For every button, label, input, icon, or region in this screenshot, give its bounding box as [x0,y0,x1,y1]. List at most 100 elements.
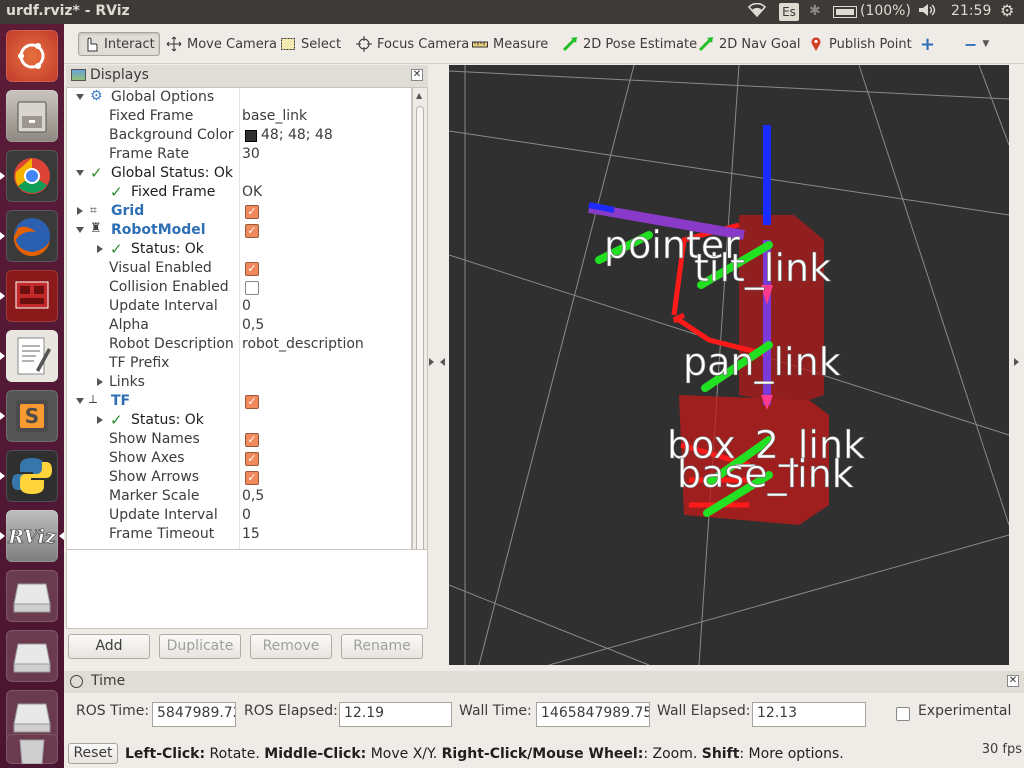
tool-label: Publish Point [829,36,912,52]
add-tool-button[interactable]: + [916,32,939,56]
select-tool-button[interactable]: Select [276,32,345,56]
add-display-button[interactable]: Add [68,634,150,659]
ros-time-field[interactable]: 5847989.72 [152,702,236,727]
visual-enabled-checkbox[interactable]: ✓ [245,262,259,276]
displays-scrollbar[interactable]: ▲ ▼ [412,87,428,607]
keyboard-layout-indicator[interactable]: Es [779,3,799,21]
robotmodel-enabled-checkbox[interactable]: ✓ [245,224,259,238]
drive-icon[interactable] [6,570,58,622]
tree-row-collision-enabled[interactable]: Collision Enabled [67,278,411,297]
collapse-arrow-icon[interactable] [97,378,103,386]
tree-row-grid[interactable]: ⌗ Grid ✓ [67,202,411,221]
monitor-icon [71,69,86,81]
close-icon[interactable]: ✕ [411,69,423,81]
tf-enabled-checkbox[interactable]: ✓ [245,395,259,409]
tree-row-visual-enabled[interactable]: Visual Enabled ✓ [67,259,411,278]
collapse-arrow-icon[interactable] [97,245,103,253]
measure-tool-button[interactable]: Measure [468,32,552,56]
nav-goal-tool-button[interactable]: 2D Nav Goal [694,32,805,56]
tree-row-frame-rate[interactable]: Frame Rate 30 [67,145,411,164]
collapse-left-icon[interactable] [440,358,445,366]
collapse-arrow-icon[interactable] [77,207,83,215]
tree-row-robotmodel[interactable]: ♜ RobotModel ✓ [67,221,411,240]
focus-camera-tool-button[interactable]: Focus Camera [352,32,473,56]
wall-time-label: Wall Time: [459,703,532,719]
tree-row-show-names[interactable]: Show Names ✓ [67,430,411,449]
tools-toolbar: Interact Move Camera Select Focus Camera… [64,24,1024,64]
python-icon[interactable] [6,450,58,502]
right-panel-splitter[interactable] [1010,65,1024,665]
tree-row-global-options[interactable]: ⚙ Global Options [67,88,411,107]
move-camera-tool-button[interactable]: Move Camera [162,32,281,56]
tree-row-background-color[interactable]: Background Color 48; 48; 48 [67,126,411,145]
tree-row-alpha[interactable]: Alpha 0,5 [67,316,411,335]
publish-point-tool-button[interactable]: Publish Point [804,32,916,56]
experimental-checkbox[interactable] [896,707,910,721]
tree-row-fixed-frame-status[interactable]: ✓ Fixed Frame OK [67,183,411,202]
ubuntu-dash-icon[interactable] [6,30,58,82]
tree-row-links[interactable]: Links [67,373,411,392]
expand-arrow-icon[interactable] [76,398,84,404]
scroll-up-icon[interactable]: ▲ [416,91,422,100]
trash-icon[interactable] [6,734,58,765]
bluetooth-icon[interactable]: ✱ [809,3,821,19]
expand-arrow-icon[interactable] [76,227,84,233]
show-names-checkbox[interactable]: ✓ [245,433,259,447]
remove-display-button[interactable]: Remove [250,634,332,659]
close-icon[interactable]: ✕ [1007,675,1019,687]
remove-tool-button[interactable]: − ▼ [960,32,993,56]
collision-enabled-checkbox[interactable] [245,281,259,295]
show-arrows-checkbox[interactable]: ✓ [245,471,259,485]
battery-icon[interactable] [833,6,857,18]
sublime-text-icon[interactable]: S [6,390,58,442]
tree-row-show-axes[interactable]: Show Axes ✓ [67,449,411,468]
duplicate-display-button[interactable]: Duplicate [159,634,241,659]
wifi-icon[interactable] [747,2,767,21]
tree-row-global-status[interactable]: ✓ Global Status: Ok [67,164,411,183]
collapse-arrow-icon[interactable] [97,416,103,424]
pose-estimate-tool-button[interactable]: 2D Pose Estimate [558,32,701,56]
tree-row-update-interval[interactable]: Update Interval 0 [67,506,411,525]
chrome-icon[interactable] [6,150,58,202]
ros-elapsed-field[interactable]: 12.19 [339,702,452,727]
reset-button[interactable]: Reset [68,743,118,764]
color-swatch[interactable] [245,130,257,142]
3d-viewport[interactable]: pointer tilt_link pan_link box_2_link ba… [449,65,1009,665]
wall-time-field[interactable]: 1465847989.75 [536,702,650,727]
tree-row-show-arrows[interactable]: Show Arrows ✓ [67,468,411,487]
window-title: urdf.rviz* - RViz [6,3,130,19]
tree-row-fixed-frame[interactable]: Fixed Frame base_link [67,107,411,126]
drive-icon[interactable] [6,630,58,682]
displays-tree[interactable]: ⚙ Global Options Fixed Frame base_link B… [66,87,412,607]
grid-enabled-checkbox[interactable]: ✓ [245,205,259,219]
tree-row-update-interval[interactable]: Update Interval 0 [67,297,411,316]
minus-icon: − [964,34,978,54]
files-icon[interactable] [6,90,58,142]
tree-row-frame-timeout[interactable]: Frame Timeout 15 [67,525,411,544]
firefox-icon[interactable] [6,210,58,262]
text-editor-icon[interactable] [6,330,58,382]
expand-arrow-icon[interactable] [76,94,84,100]
rename-display-button[interactable]: Rename [341,634,423,659]
volume-icon[interactable] [918,3,936,21]
clock[interactable]: 21:59 [951,3,991,19]
interact-tool-button[interactable]: Interact [78,32,160,56]
tree-row-tf[interactable]: ⟂ TF ✓ [67,392,411,411]
expand-arrow-icon[interactable] [76,170,84,176]
tree-row-tf-status[interactable]: ✓ Status: Ok [67,411,411,430]
panel-splitter[interactable] [428,65,448,665]
scrollbar-thumb[interactable] [416,106,424,566]
collapse-right-icon[interactable] [429,358,434,366]
wall-elapsed-field[interactable]: 12.13 [752,702,866,727]
system-monitor-icon[interactable] [6,270,58,322]
axes-icon: ⟂ [89,392,98,406]
show-axes-checkbox[interactable]: ✓ [245,452,259,466]
tree-row-tf-prefix[interactable]: TF Prefix [67,354,411,373]
tree-row-robotmodel-status[interactable]: ✓ Status: Ok [67,240,411,259]
rviz-icon[interactable]: RViz [6,510,58,562]
settings-gear-icon[interactable]: ⚙ [1000,1,1014,20]
tree-row-robot-description[interactable]: Robot Description robot_description [67,335,411,354]
tree-row-marker-scale[interactable]: Marker Scale 0,5 [67,487,411,506]
grid-icon: ⌗ [90,203,97,217]
collapse-right-icon[interactable] [1014,358,1019,366]
